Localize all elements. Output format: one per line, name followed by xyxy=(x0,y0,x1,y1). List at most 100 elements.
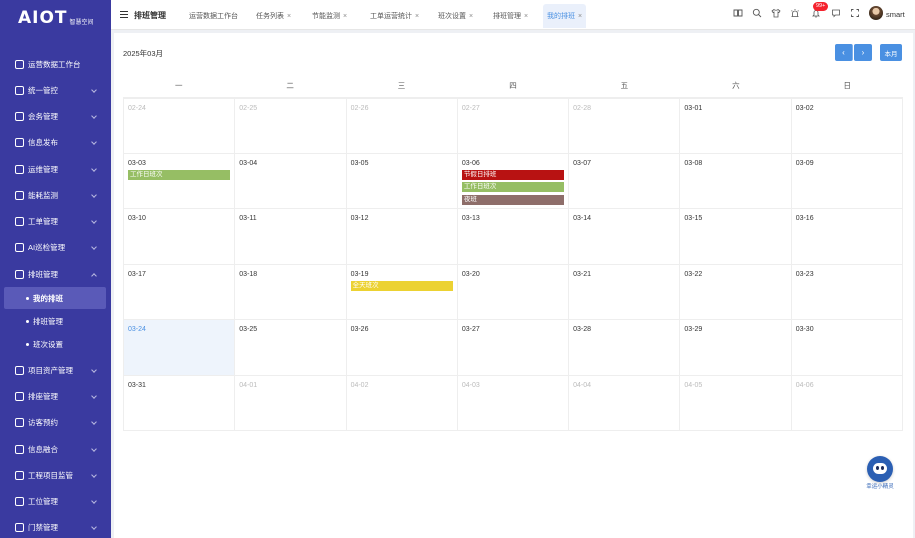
message-icon[interactable] xyxy=(831,8,841,18)
tab-item[interactable]: 班次设置 × xyxy=(434,4,477,28)
prev-month-button[interactable]: ‹ xyxy=(835,44,853,61)
calendar-day-cell[interactable]: 03-23 xyxy=(790,264,903,319)
calendar-day-cell[interactable]: 03-05 xyxy=(345,153,457,208)
close-icon[interactable]: × xyxy=(415,13,419,20)
calendar-day-cell[interactable]: 03-01 xyxy=(679,99,790,153)
sidebar-subitem[interactable]: 排班管理 xyxy=(4,310,106,332)
logo[interactable]: AIOT 智慧空间 xyxy=(0,0,111,36)
calendar-week-row: 03-31 04-01 04-02 04-03 04-04 04-05 04-06 xyxy=(123,375,903,431)
menu-toggle-icon[interactable] xyxy=(120,11,128,18)
shift-event[interactable]: 夜班 xyxy=(461,194,565,205)
sidebar-item[interactable]: 信息发布 xyxy=(0,132,111,152)
sidebar-item[interactable]: 工程项目监管 xyxy=(0,465,111,485)
calendar-day-cell[interactable]: 03-12 xyxy=(345,209,457,264)
calendar-day-cell[interactable]: 03-11 xyxy=(234,209,345,264)
sidebar-item[interactable]: 信息融合 xyxy=(0,439,111,459)
sidebar-item[interactable]: 排座管理 xyxy=(0,386,111,406)
next-month-button[interactable]: › xyxy=(854,44,872,61)
shift-event[interactable]: 工作日班次 xyxy=(461,182,565,192)
calendar-day-cell[interactable]: 03-14 xyxy=(568,209,679,264)
calendar-day-cell[interactable]: 03-26 xyxy=(345,320,457,375)
calendar-day-cell[interactable]: 03-09 xyxy=(790,153,903,208)
close-icon[interactable]: × xyxy=(343,13,347,20)
calendar-day-cell[interactable]: 03-18 xyxy=(234,264,345,319)
sidebar-item[interactable]: 能耗监测 xyxy=(0,185,111,205)
shift-event[interactable]: 全天班次 xyxy=(350,280,453,291)
close-icon[interactable]: × xyxy=(287,13,291,20)
calendar-day-cell[interactable]: 03-02 xyxy=(790,99,903,153)
calendar-day-cell[interactable]: 02-25 xyxy=(234,99,345,153)
calendar-day-cell[interactable]: 04-04 xyxy=(568,375,679,430)
username[interactable]: smart xyxy=(886,10,905,19)
calendar-day-cell[interactable]: 03-15 xyxy=(679,209,790,264)
current-month-button[interactable]: 本月 xyxy=(880,44,902,61)
calendar-day-cell[interactable]: 04-05 xyxy=(679,375,790,430)
close-icon[interactable]: × xyxy=(524,13,528,20)
sidebar-item[interactable]: AI巡检管理 xyxy=(0,237,111,257)
calendar-day-cell[interactable]: 02-26 xyxy=(345,99,457,153)
energy-icon xyxy=(15,190,24,200)
sidebar-subitem[interactable]: 我的排班 xyxy=(4,287,106,309)
calendar-day-cell[interactable]: 03-29 xyxy=(679,320,790,375)
search-icon[interactable] xyxy=(752,8,762,18)
calendar-day-cell[interactable]: 03-30 xyxy=(790,320,903,375)
day-number: 03-04 xyxy=(239,159,258,167)
book-icon[interactable] xyxy=(733,8,743,18)
calendar-day-cell[interactable]: 03-08 xyxy=(679,153,790,208)
fullscreen-icon[interactable] xyxy=(850,8,860,18)
calendar-day-cell[interactable]: 03-21 xyxy=(568,264,679,319)
sidebar-item[interactable]: 统一管控 xyxy=(0,80,111,100)
calendar-day-cell[interactable]: 03-03 工作日班次 xyxy=(123,153,234,208)
shirt-icon[interactable] xyxy=(771,8,781,18)
calendar-day-cell[interactable]: 03-04 xyxy=(234,153,345,208)
sidebar-item[interactable]: 工位管理 xyxy=(0,491,111,511)
calendar-day-cell[interactable]: 03-31 xyxy=(123,375,234,430)
calendar-day-cell[interactable]: 03-17 xyxy=(123,264,234,319)
calendar-day-cell[interactable]: 04-06 xyxy=(790,375,903,430)
sidebar-item[interactable]: 运维管理 xyxy=(0,159,111,179)
calendar-day-cell[interactable]: 03-19 全天班次 xyxy=(345,264,457,319)
calendar-day-cell[interactable]: 03-20 xyxy=(456,264,568,319)
tab-item[interactable]: 任务列表 × xyxy=(252,4,295,28)
sidebar-subitem[interactable]: 班次设置 xyxy=(4,333,106,355)
assistant-icon[interactable] xyxy=(867,456,893,482)
notification-badge: 99+ xyxy=(813,2,829,11)
calendar-day-cell[interactable]: 02-24 xyxy=(123,99,234,153)
calendar-day-cell[interactable]: 04-02 xyxy=(345,375,457,430)
tab-item[interactable]: 运营数据工作台 xyxy=(185,4,242,28)
sidebar-item[interactable]: 工单管理 xyxy=(0,211,111,231)
calendar-day-cell[interactable]: 02-27 xyxy=(456,99,568,153)
calendar-day-cell[interactable]: 02-28 xyxy=(568,99,679,153)
calendar-day-cell[interactable]: 03-13 xyxy=(456,209,568,264)
chevron-down-icon xyxy=(91,113,97,119)
sidebar-item[interactable]: 排班管理 xyxy=(0,264,111,284)
shift-event[interactable]: 节假日排班 xyxy=(461,169,565,180)
calendar-day-cell[interactable]: 03-07 xyxy=(568,153,679,208)
shift-event[interactable]: 工作日班次 xyxy=(128,169,231,180)
calendar-day-cell[interactable]: 03-28 xyxy=(568,320,679,375)
sidebar-item[interactable]: 门禁管理 xyxy=(0,517,111,537)
calendar-day-cell[interactable]: 03-22 xyxy=(679,264,790,319)
tab-item[interactable]: 排班管理 × xyxy=(489,4,532,28)
calendar-day-cell[interactable]: 03-25 xyxy=(234,320,345,375)
alarm-icon[interactable] xyxy=(790,8,800,18)
close-icon[interactable]: × xyxy=(578,13,582,20)
calendar-day-cell[interactable]: 04-01 xyxy=(234,375,345,430)
calendar-day-cell[interactable]: 03-10 xyxy=(123,209,234,264)
calendar-day-cell[interactable]: 03-24 xyxy=(123,320,235,375)
day-number: 03-30 xyxy=(795,326,814,333)
sidebar-item[interactable]: 项目资产管理 xyxy=(0,360,111,380)
tab-item[interactable]: 节能监测 × xyxy=(308,4,351,28)
sidebar-item[interactable]: 运营数据工作台 xyxy=(0,54,111,74)
sidebar-item[interactable]: 会务管理 xyxy=(0,106,111,126)
avatar[interactable] xyxy=(869,6,883,20)
sidebar-item[interactable]: 访客预约 xyxy=(0,412,111,432)
calendar-day-cell[interactable]: 03-16 xyxy=(790,209,903,264)
project-icon xyxy=(15,470,24,480)
calendar-day-cell[interactable]: 04-03 xyxy=(456,375,568,430)
calendar-day-cell[interactable]: 03-06 节假日排班 工作日班次 夜班 xyxy=(456,153,568,208)
calendar-day-cell[interactable]: 03-27 xyxy=(456,320,568,375)
tab-item[interactable]: 工单运营统计 × xyxy=(366,4,423,28)
tab-item[interactable]: 我的排班 × xyxy=(543,4,587,28)
close-icon[interactable]: × xyxy=(469,13,473,20)
